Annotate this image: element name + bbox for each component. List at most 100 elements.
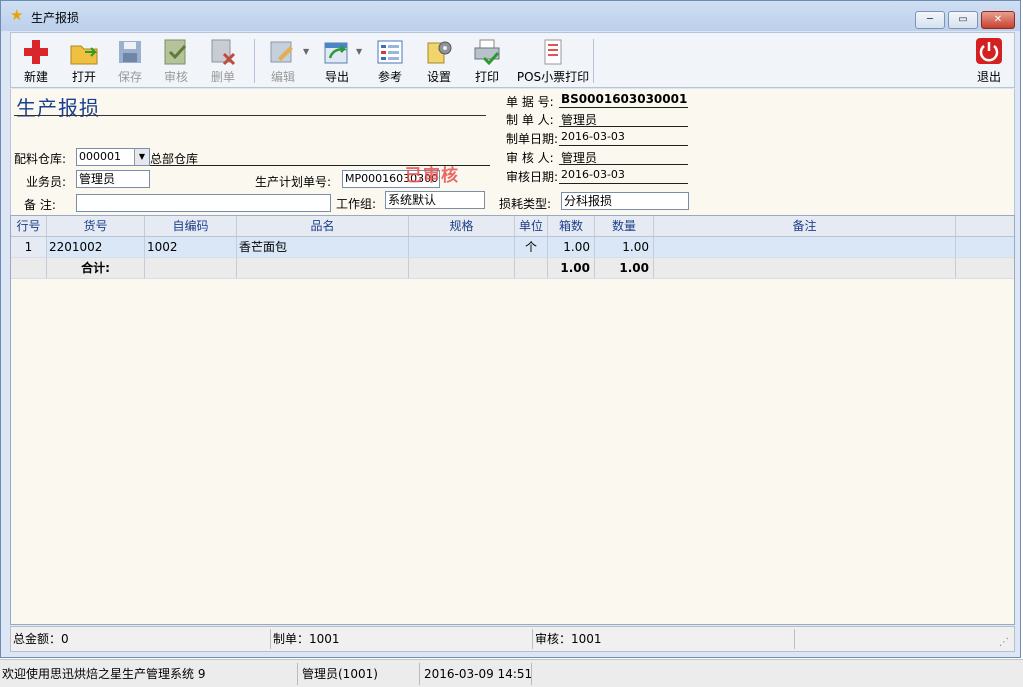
total-boxes: 1.00 xyxy=(548,258,595,279)
current-datetime: 2016-03-09 14:51 xyxy=(420,663,532,685)
printer-icon xyxy=(474,39,500,66)
folder-icon xyxy=(70,45,98,65)
chevron-down-icon[interactable]: ▼ xyxy=(134,149,149,165)
grid-header: 行号 货号 自编码 品名 规格 单位 箱数 数量 备注 xyxy=(11,216,1014,237)
salesman-label: 业务员: xyxy=(26,175,67,189)
export-button[interactable]: 导出 xyxy=(314,35,360,87)
current-user: 管理员(1001) xyxy=(298,663,420,685)
reference-button[interactable]: 参考 xyxy=(367,35,413,87)
close-button[interactable]: ✕ xyxy=(981,11,1015,29)
col-header-empty xyxy=(956,216,1014,236)
reference-list-icon xyxy=(377,40,403,64)
save-button[interactable]: 保存 xyxy=(107,35,153,87)
col-header-self-code[interactable]: 自编码 xyxy=(145,216,237,236)
export-icon xyxy=(324,42,348,64)
welcome-text: 欢迎使用思迅烘焙之星生产管理系统 9 xyxy=(0,663,298,685)
new-button[interactable]: 新建 xyxy=(13,35,59,87)
delete-doc-icon xyxy=(211,39,236,66)
salesman-input[interactable]: 管理员 xyxy=(76,170,150,188)
col-header-name[interactable]: 品名 xyxy=(237,216,409,236)
col-header-code[interactable]: 货号 xyxy=(47,216,145,236)
plan-no-label: 生产计划单号: xyxy=(255,175,332,189)
row-empty xyxy=(956,237,1014,258)
toolbar-separator xyxy=(593,39,594,83)
row-spec[interactable] xyxy=(409,237,515,258)
delete-doc-button[interactable]: 删单 xyxy=(200,35,246,87)
row-code[interactable]: 2201002 xyxy=(47,237,145,258)
doc-no-label: 单 据 号: xyxy=(506,95,554,109)
toolbar-separator xyxy=(254,39,255,83)
pos-print-button[interactable]: POS小票打印 xyxy=(515,35,591,87)
maker-label: 制 单 人: xyxy=(506,113,554,127)
make-date-value: 2016-03-03 xyxy=(561,130,625,143)
col-header-boxes[interactable]: 箱数 xyxy=(548,216,595,236)
status-auditor: 审核：1001 xyxy=(533,629,795,649)
audit-date-value: 2016-03-03 xyxy=(561,168,625,181)
receipt-print-icon xyxy=(544,39,562,65)
export-dropdown-arrow-icon[interactable]: ▼ xyxy=(356,47,362,56)
row-unit[interactable]: 个 xyxy=(515,237,548,258)
row-line-no[interactable]: 1 xyxy=(11,237,47,258)
gear-icon xyxy=(427,41,452,64)
edit-dropdown-arrow-icon[interactable]: ▼ xyxy=(303,47,309,56)
total-row: 合计: 1.00 1.00 xyxy=(11,258,1014,279)
print-button[interactable]: 打印 xyxy=(464,35,510,87)
audit-date-underline xyxy=(559,183,688,184)
row-name[interactable]: 香芒面包 xyxy=(237,237,409,258)
remark-label: 备 注: xyxy=(24,198,56,212)
toolbar: 新建 打开 保存 审核 删单 编辑 ▼ 导出 ▼ 参考 设置 打印 POS小票打… xyxy=(10,32,1015,88)
workgroup-label: 工作组: xyxy=(336,197,377,211)
audit-date-label: 审核日期: xyxy=(506,170,559,184)
col-header-qty[interactable]: 数量 xyxy=(595,216,654,236)
resize-grip-icon[interactable]: ⋰ xyxy=(999,637,1011,649)
make-date-label: 制单日期: xyxy=(506,132,559,146)
table-row[interactable]: 1 2201002 1002 香芒面包 个 1.00 1.00 xyxy=(11,237,1014,258)
workgroup-input[interactable]: 系统默认 xyxy=(385,191,485,209)
window-title: 生产报损 xyxy=(31,11,80,25)
title-underline xyxy=(14,115,486,116)
col-header-line[interactable]: 行号 xyxy=(11,216,47,236)
document-header-form: 生产报损 单 据 号: BS0001603030001 制 单 人: 管理员 制… xyxy=(10,89,1015,215)
settings-button[interactable]: 设置 xyxy=(416,35,462,87)
warehouse-select[interactable]: 000001 ▼ xyxy=(76,148,150,166)
col-header-spec[interactable]: 规格 xyxy=(409,216,515,236)
row-self-code[interactable]: 1002 xyxy=(145,237,237,258)
loss-type-label: 损耗类型: xyxy=(499,197,552,211)
total-qty: 1.00 xyxy=(595,258,654,279)
audited-stamp: 已审核 xyxy=(405,166,459,186)
row-boxes[interactable]: 1.00 xyxy=(548,237,595,258)
system-status-bar: 欢迎使用思迅烘焙之星生产管理系统 9 管理员(1001) 2016-03-09 … xyxy=(0,659,1023,687)
status-total-amount: 总金额：0 xyxy=(11,629,271,649)
doc-no-underline xyxy=(559,107,688,108)
power-icon xyxy=(976,38,1002,64)
col-header-note[interactable]: 备注 xyxy=(654,216,956,236)
auditor-underline xyxy=(559,164,688,165)
minimize-button[interactable]: ─ xyxy=(915,11,945,29)
auditor-label: 审 核 人: xyxy=(506,151,554,165)
audit-check-icon xyxy=(164,39,187,65)
row-note[interactable] xyxy=(654,237,956,258)
col-header-unit[interactable]: 单位 xyxy=(515,216,548,236)
floppy-icon xyxy=(119,41,141,63)
status-empty xyxy=(795,629,995,649)
detail-grid: 行号 货号 自编码 品名 规格 单位 箱数 数量 备注 1 2201002 10… xyxy=(10,215,1015,625)
loss-type-input[interactable]: 分科报损 xyxy=(561,192,689,210)
remark-input[interactable] xyxy=(76,194,331,212)
status-bar: 总金额：0 制单：1001 审核：1001 ⋰ xyxy=(10,626,1015,652)
maker-underline xyxy=(559,126,688,127)
doc-no-value: BS0001603030001 xyxy=(561,92,688,106)
edit-button[interactable]: 编辑 xyxy=(260,35,306,87)
row-qty[interactable]: 1.00 xyxy=(595,237,654,258)
app-star-icon: ★ xyxy=(10,6,24,24)
edit-pen-icon xyxy=(270,41,293,63)
status-maker: 制单：1001 xyxy=(271,629,533,649)
maximize-button[interactable]: ▭ xyxy=(948,11,978,29)
page-title: 生产报损 xyxy=(16,96,100,120)
app-window: ★ 生产报损 ─ ▭ ✕ 新建 打开 保存 审核 删单 编辑 ▼ 导出 ▼ 参考… xyxy=(0,0,1021,658)
open-button[interactable]: 打开 xyxy=(61,35,107,87)
plus-icon xyxy=(24,40,48,64)
make-date-underline xyxy=(559,145,688,146)
warehouse-label: 配料仓库: xyxy=(14,152,67,166)
audit-button[interactable]: 审核 xyxy=(153,35,199,87)
exit-button[interactable]: 退出 xyxy=(966,35,1012,87)
